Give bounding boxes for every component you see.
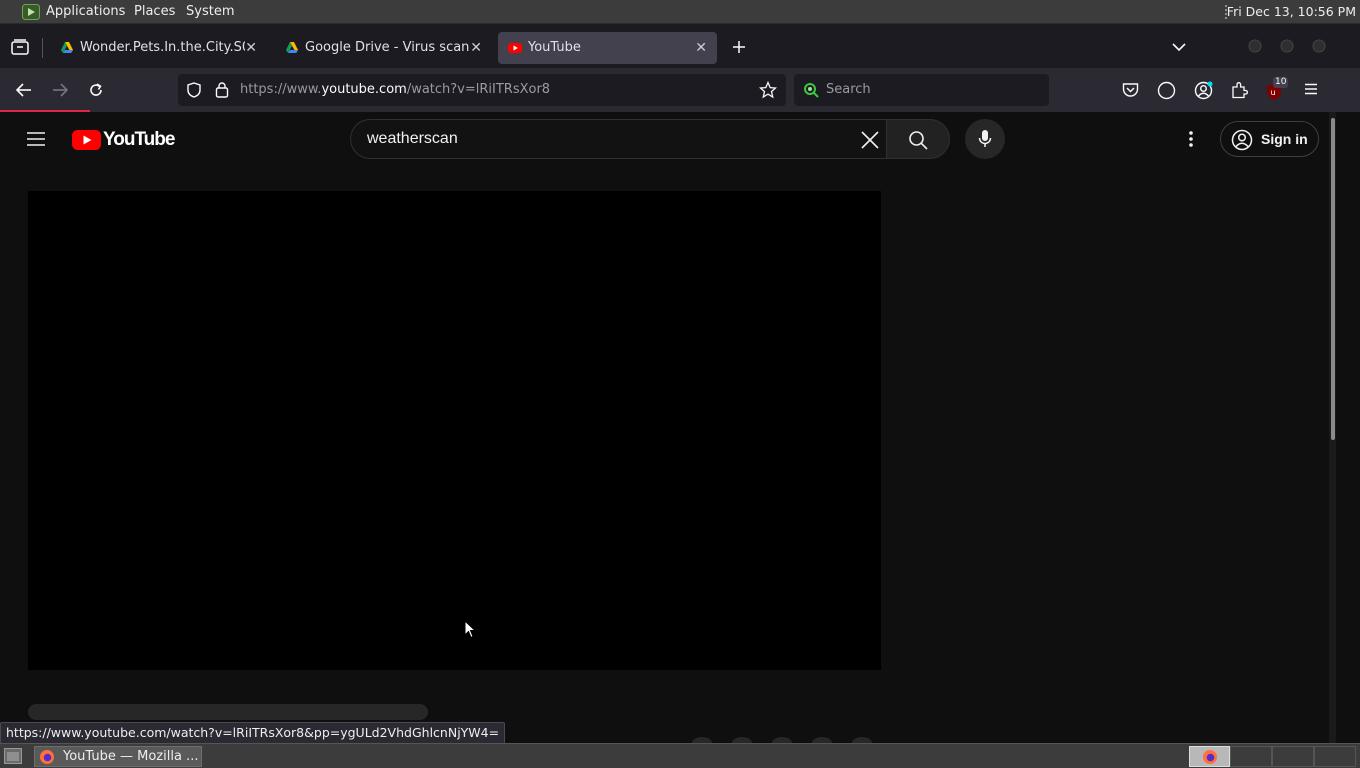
tab-title: Google Drive - Virus scan w: [305, 40, 470, 55]
window-controls: [1248, 39, 1326, 53]
youtube-logo[interactable]: YouTube: [72, 128, 175, 152]
google-drive-icon: [286, 42, 298, 53]
firefox-icon: [1203, 750, 1217, 764]
system-top-panel: Applications Places System Fri Dec 13, 1…: [0, 0, 1360, 24]
navigation-toolbar: https://www.youtube.com/watch?v=lRiITRsX…: [0, 68, 1360, 112]
list-all-tabs-chevron-icon[interactable]: [1172, 42, 1186, 52]
show-desktop-icon[interactable]: [4, 748, 22, 764]
url-path: /watch?v=lRiITRsXor8: [406, 82, 551, 97]
search-placeholder: Search: [826, 82, 871, 97]
forward-button[interactable]: [46, 68, 74, 112]
loading-placeholder-buttons: [692, 737, 872, 743]
account-icon[interactable]: [1194, 80, 1214, 100]
url-host: youtube.com: [321, 82, 407, 97]
tab-google-drive[interactable]: Google Drive - Virus scan w ✕: [275, 32, 490, 64]
reload-icon: [90, 83, 102, 96]
tracking-protection-shield-icon[interactable]: [186, 82, 202, 98]
settings-more-vertical-icon[interactable]: [1188, 130, 1194, 148]
youtube-search-button[interactable]: [886, 119, 950, 159]
taskbar-window-firefox[interactable]: YouTube — Mozilla ...: [34, 746, 202, 767]
mouse-cursor-icon: [464, 620, 476, 639]
youtube-logo-text: YouTube: [103, 129, 175, 150]
back-arrow-icon: [16, 83, 31, 97]
url-bar[interactable]: https://www.youtube.com/watch?v=lRiITRsX…: [178, 74, 786, 106]
reload-button[interactable]: [82, 68, 110, 112]
clear-search-icon[interactable]: [860, 130, 880, 150]
tab-youtube[interactable]: YouTube ✕: [498, 32, 717, 64]
search-engine-icon: [804, 83, 819, 98]
system-menu[interactable]: System: [186, 0, 234, 24]
forward-arrow-icon: [53, 83, 68, 97]
web-search-bar[interactable]: Search: [794, 74, 1049, 106]
new-tab-plus-icon[interactable]: [732, 40, 746, 54]
close-tab-icon[interactable]: ✕: [470, 32, 482, 64]
youtube-search-input[interactable]: weatherscan: [367, 120, 458, 158]
bottom-taskbar: YouTube — Mozilla ...: [0, 743, 1360, 768]
sign-in-label: Sign in: [1261, 131, 1308, 147]
firefox-icon: [40, 750, 54, 764]
youtube-icon: [508, 43, 522, 53]
tab-strip: Wonder.Pets.In.the.City.S0 ✕ Google Driv…: [0, 24, 1360, 68]
extensions-puzzle-icon[interactable]: [1231, 81, 1249, 99]
video-title-placeholder: [28, 704, 428, 720]
youtube-page: YouTube weatherscan Sign in: [0, 112, 1336, 743]
firefox-view-icon[interactable]: [11, 39, 29, 55]
bookmark-star-icon[interactable]: [759, 81, 777, 99]
youtube-logo-icon: [72, 130, 101, 150]
workspace-2[interactable]: [1230, 746, 1272, 767]
voice-search-button[interactable]: [965, 119, 1005, 159]
close-tab-icon[interactable]: ✕: [245, 32, 257, 64]
video-player[interactable]: [28, 191, 881, 670]
page-scrollbar-thumb[interactable]: [1331, 118, 1335, 440]
workspace-switcher[interactable]: [1189, 746, 1230, 767]
link-status-tooltip: https://www.youtube.com/watch?v=lRiITRsX…: [0, 722, 506, 744]
microphone-icon: [978, 130, 992, 147]
tab-title: YouTube: [528, 40, 581, 55]
url-text[interactable]: https://www.youtube.com/watch?v=lRiITRsX…: [240, 74, 550, 106]
tab-wonder-pets[interactable]: Wonder.Pets.In.the.City.S0 ✕: [50, 32, 265, 64]
taskbar-window-label: YouTube — Mozilla ...: [63, 749, 199, 764]
sign-in-button[interactable]: Sign in: [1220, 121, 1319, 157]
guide-menu-icon[interactable]: [26, 131, 46, 147]
workspace-4[interactable]: [1314, 746, 1356, 767]
extension-circle-icon[interactable]: [1157, 81, 1176, 100]
pocket-icon[interactable]: [1122, 82, 1139, 98]
back-button[interactable]: [10, 68, 38, 112]
account-circle-icon: [1231, 129, 1253, 151]
extension-badge: 10: [1273, 77, 1289, 88]
lock-icon[interactable]: [215, 81, 229, 98]
search-icon: [909, 131, 928, 150]
youtube-search-box[interactable]: weatherscan: [350, 119, 900, 159]
clock[interactable]: Fri Dec 13, 10:56 PM: [1227, 0, 1356, 24]
google-drive-icon: [61, 42, 73, 53]
applications-menu[interactable]: Applications: [46, 0, 125, 24]
places-menu[interactable]: Places: [134, 0, 175, 24]
hamburger-menu-icon[interactable]: [1304, 83, 1318, 95]
url-prefix: https://www.: [240, 82, 322, 97]
svg-text:u: u: [1271, 88, 1276, 97]
close-tab-icon[interactable]: ✕: [695, 32, 707, 64]
applications-menu-icon[interactable]: [22, 4, 40, 20]
tab-separator: [42, 38, 43, 58]
workspace-3[interactable]: [1272, 746, 1314, 767]
tab-title: Wonder.Pets.In.the.City.S0: [80, 40, 245, 55]
